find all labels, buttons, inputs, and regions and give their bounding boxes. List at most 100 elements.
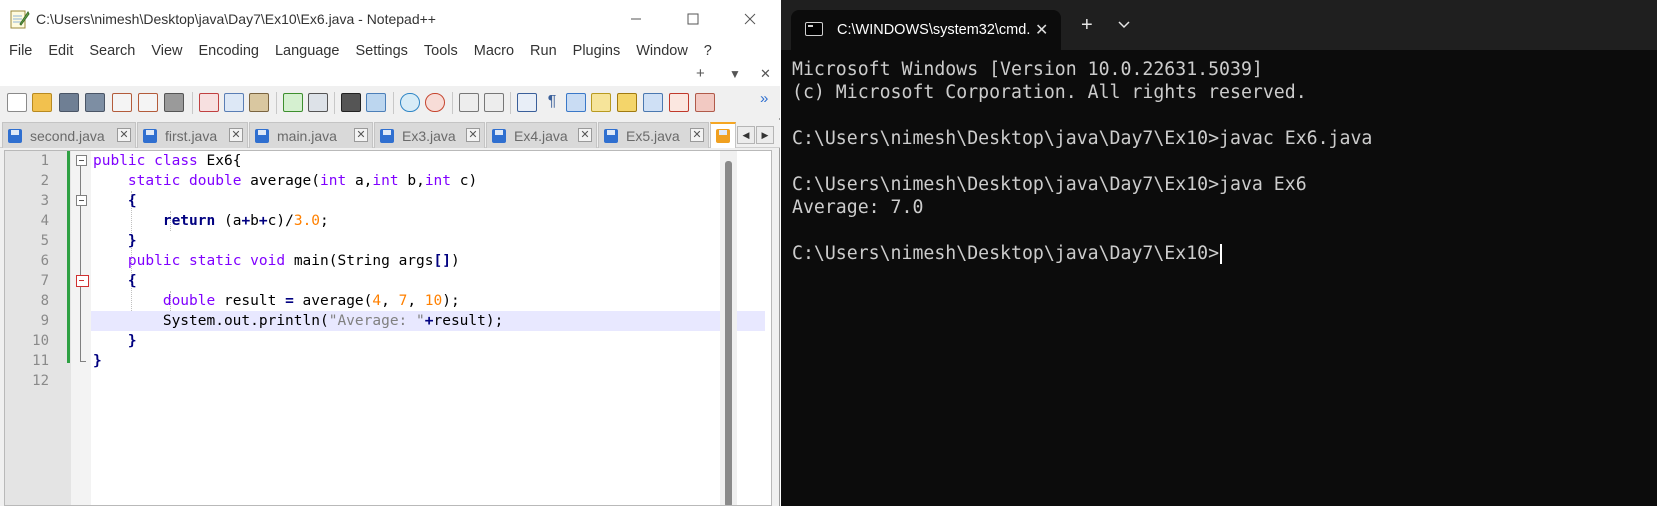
- line-number: 7: [40, 273, 49, 289]
- show-all-characters-icon[interactable]: ¶: [542, 93, 562, 112]
- replace-icon[interactable]: [366, 93, 386, 112]
- menu-window[interactable]: Window: [628, 43, 696, 59]
- tab-close-button[interactable]: ✕: [117, 128, 131, 142]
- menu-help[interactable]: ?: [696, 43, 720, 59]
- tab-close-button[interactable]: ✕: [690, 128, 704, 142]
- document-map-icon[interactable]: [617, 93, 637, 112]
- udl-icon[interactable]: [591, 93, 611, 112]
- menu-plugins[interactable]: Plugins: [565, 43, 629, 59]
- new-file-icon[interactable]: [7, 93, 27, 112]
- menu-view[interactable]: View: [143, 43, 190, 59]
- save-all-icon[interactable]: [85, 93, 105, 112]
- tab-ex4-java[interactable]: Ex4.java ✕: [486, 122, 597, 148]
- terminal-prompt-line[interactable]: C:\Users\nimesh\Desktop\java\Day7\Ex10>: [792, 242, 1652, 265]
- copy-icon[interactable]: [224, 93, 244, 112]
- line-number: 12: [32, 373, 49, 389]
- scrollbar-thumb[interactable]: [725, 161, 732, 505]
- token: ;: [320, 213, 329, 229]
- toolbar-overflow-icon[interactable]: »: [760, 91, 774, 110]
- tab-second-java[interactable]: second.java ✕: [2, 122, 136, 148]
- token: b,: [398, 173, 425, 189]
- terminal-output[interactable]: Microsoft Windows [Version 10.0.22631.50…: [792, 58, 1652, 265]
- menu-file[interactable]: File: [0, 43, 40, 59]
- code-line-6: public static void main(String args[]): [93, 251, 460, 271]
- close-all-icon[interactable]: [138, 93, 158, 112]
- terminal-window: C:\WINDOWS\system32\cmd. ✕ + Microsoft W…: [781, 0, 1657, 506]
- menu-edit[interactable]: Edit: [40, 43, 81, 59]
- maximize-button[interactable]: [670, 6, 716, 32]
- menu-encoding[interactable]: Encoding: [191, 43, 267, 59]
- fold-toggle-icon[interactable]: [76, 155, 87, 166]
- sync-vertical-icon[interactable]: [459, 93, 479, 112]
- cut-icon[interactable]: [199, 93, 219, 112]
- minimize-icon: [631, 18, 641, 20]
- undo-icon[interactable]: [283, 93, 303, 112]
- folder-workspace-icon[interactable]: [669, 93, 689, 112]
- tab-main-java[interactable]: main.java ✕: [249, 122, 373, 148]
- menu-language[interactable]: Language: [267, 43, 348, 59]
- close-button[interactable]: [727, 6, 773, 32]
- token: }: [127, 333, 137, 349]
- find-icon[interactable]: [341, 93, 361, 112]
- terminal-tab-close-button[interactable]: ✕: [1035, 20, 1048, 40]
- token: 4: [372, 293, 382, 309]
- menu-tools[interactable]: Tools: [416, 43, 466, 59]
- close-file-icon[interactable]: [112, 93, 132, 112]
- monitoring-icon[interactable]: [695, 93, 715, 112]
- tab-ex5-java[interactable]: Ex5.java ✕: [598, 122, 709, 148]
- menu-sub-controls: + ▼ ✕: [0, 64, 780, 86]
- token: public: [93, 153, 146, 169]
- close-document-button[interactable]: ✕: [760, 66, 771, 82]
- line-number: 5: [40, 233, 49, 249]
- line-number: 9: [40, 313, 49, 329]
- zoom-out-icon[interactable]: [425, 93, 445, 112]
- code-line-8: double result = average(4, 7, 10);: [93, 291, 460, 311]
- minimize-button[interactable]: [613, 6, 659, 32]
- save-icon[interactable]: [59, 93, 79, 112]
- fold-toggle-icon[interactable]: [76, 275, 89, 287]
- menu-search[interactable]: Search: [81, 43, 143, 59]
- redo-icon[interactable]: [308, 93, 328, 112]
- indent-guide-icon[interactable]: [566, 93, 586, 112]
- new-window-plus-button[interactable]: +: [696, 65, 705, 82]
- save-disk-icon: [8, 128, 22, 143]
- tab-ex6-java-active[interactable]: [710, 122, 736, 148]
- tab-scroll-left-button[interactable]: ◀: [737, 126, 755, 144]
- tab-ex3-java[interactable]: Ex3.java ✕: [374, 122, 485, 148]
- new-tab-button[interactable]: +: [1081, 14, 1093, 37]
- toolbar-separator: [192, 92, 193, 114]
- code-line-5: }: [93, 231, 137, 251]
- tab-close-button[interactable]: ✕: [354, 128, 368, 142]
- tab-first-java[interactable]: first.java ✕: [137, 122, 248, 148]
- tab-close-button[interactable]: ✕: [466, 128, 480, 142]
- sync-horizontal-icon[interactable]: [484, 93, 504, 112]
- tab-scroll-right-button[interactable]: ▶: [756, 126, 774, 144]
- tab-dropdown-chevron-icon[interactable]: [1118, 17, 1130, 32]
- token: void: [250, 253, 286, 269]
- menu-settings[interactable]: Settings: [347, 43, 415, 59]
- token: {: [127, 193, 137, 209]
- code-line-4: return (a+b+c)/3.0;: [93, 211, 329, 231]
- code-editor[interactable]: 1 2 3 4 5 6 7 8 9 10 11 12 public class …: [4, 150, 772, 506]
- function-list-icon[interactable]: [643, 93, 663, 112]
- print-icon[interactable]: [164, 93, 184, 112]
- tab-close-button[interactable]: ✕: [229, 128, 243, 142]
- tab-label: Ex4.java: [514, 127, 568, 144]
- token: ): [450, 253, 460, 269]
- menu-macro[interactable]: Macro: [466, 43, 522, 59]
- token: average(: [241, 173, 321, 189]
- tab-close-button[interactable]: ✕: [578, 128, 592, 142]
- paste-icon[interactable]: [249, 93, 269, 112]
- menu-run[interactable]: Run: [522, 43, 565, 59]
- code-area[interactable]: public class Ex6{ static double average(…: [91, 151, 765, 505]
- line-number: 11: [32, 353, 49, 369]
- vertical-scrollbar[interactable]: [720, 151, 737, 505]
- fold-toggle-icon[interactable]: [76, 195, 87, 206]
- terminal-tab[interactable]: C:\WINDOWS\system32\cmd. ✕: [791, 10, 1061, 50]
- tab-list-dropdown-button[interactable]: ▼: [729, 67, 741, 81]
- open-file-icon[interactable]: [32, 93, 52, 112]
- token: +: [241, 213, 251, 229]
- zoom-in-icon[interactable]: [400, 93, 420, 112]
- word-wrap-icon[interactable]: [517, 93, 537, 112]
